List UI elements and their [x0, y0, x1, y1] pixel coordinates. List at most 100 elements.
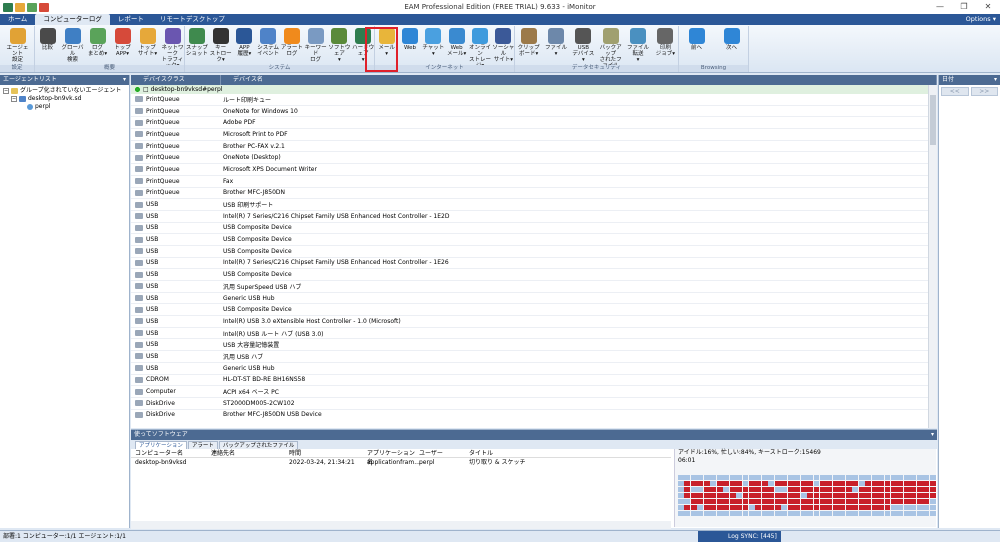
column-contact-name[interactable]: 連絡先名 — [211, 449, 289, 457]
table-row[interactable]: PrintQueue Adobe PDF — [131, 117, 937, 130]
scrollbar-thumb[interactable] — [930, 95, 936, 145]
table-row[interactable]: Computer ACPI x64 ベース PC — [131, 386, 937, 398]
prev-date-button[interactable]: << — [941, 87, 969, 96]
column-time[interactable]: 時間 — [289, 449, 367, 457]
table-row[interactable]: PrintQueue Microsoft Print to PDF — [131, 129, 937, 141]
tab-alerts[interactable]: アラート — [187, 441, 218, 449]
next-date-button[interactable]: >> — [970, 87, 998, 96]
file-button[interactable]: ファイル ▾ — [544, 28, 568, 64]
column-application-name[interactable]: アプリケーション名 — [367, 449, 419, 466]
close-button[interactable]: ✕ — [976, 0, 1000, 14]
horizontal-scrollbar[interactable] — [131, 521, 671, 529]
log-summary-button[interactable]: ログ まとめ▾ — [86, 28, 110, 64]
ribbon-button-label: 比較 — [41, 45, 53, 51]
tab-remote-desktop[interactable]: リモートデスクトップ — [152, 14, 233, 25]
online-storage-button[interactable]: オンライン ストレージ▾ — [468, 28, 492, 69]
tab-applications[interactable]: アプリケーション — [135, 441, 187, 449]
table-row[interactable]: PrintQueue OneNote (Desktop) — [131, 152, 937, 165]
table-row[interactable]: USB USB Composite Device — [131, 223, 937, 235]
ribbon-button-label: ハードウェア ▾ — [352, 45, 375, 63]
table-row[interactable]: USB 汎用 USB ハブ — [131, 351, 937, 363]
compare-button[interactable]: 比較 — [36, 28, 60, 64]
table-row[interactable]: USB Generic USB Hub — [131, 363, 937, 375]
tab-computer-log[interactable]: コンピューターログ — [35, 14, 110, 25]
table-row[interactable]: USB USB Composite Device — [131, 269, 937, 281]
table-row[interactable]: DiskDrive Brother MFC-J850DN USB Device — [131, 410, 937, 418]
table-row[interactable]: PrintQueue Microsoft XPS Document Writer — [131, 164, 937, 176]
table-row[interactable]: USB USB Composite Device — [131, 234, 937, 246]
minimize-button[interactable]: — — [928, 0, 952, 14]
table-row[interactable]: PrintQueue Brother PC-FAX v.2.1 — [131, 141, 937, 153]
ribbon-button-label: ソーシャル サイト▾ — [492, 45, 515, 63]
table-row[interactable]: USB Intel(R) USB 3.0 eXtensible Host Cont… — [131, 316, 937, 328]
device-folder-icon — [135, 271, 143, 278]
column-title[interactable]: タイトル — [469, 449, 569, 457]
table-row[interactable]: USB Intel(R) 7 Series/C216 Chipset Family… — [131, 258, 937, 270]
device-group-row[interactable]: □ desktop-bn9vksd#perpl — [131, 85, 937, 94]
cell-device-class: PrintQueue — [131, 143, 221, 150]
collapse-toggle-icon[interactable]: − — [3, 88, 9, 94]
system-event-button[interactable]: システム イベント — [256, 28, 280, 64]
table-row[interactable]: USB USB 大容量記憶装置 — [131, 339, 937, 352]
chat-button[interactable]: チャット ▾ — [421, 28, 445, 64]
arrow-down-button[interactable]: 次へ — [720, 28, 744, 64]
clipboard-button[interactable]: クリップ ボード▾ — [517, 28, 541, 64]
column-device-name[interactable]: デバイス名 — [221, 75, 937, 85]
device-list-scrollbar[interactable] — [928, 85, 937, 428]
tree-item-computer[interactable]: − desktop-bn9vk.sd — [3, 95, 126, 103]
table-row[interactable]: USB 汎用 SuperSpeed USB ハブ — [131, 281, 937, 293]
keyword-log-button[interactable]: キーワード ログ — [304, 28, 328, 64]
table-row[interactable]: desktop-bn9vksd 2022-03-24, 21:34:21 app… — [131, 458, 671, 467]
global-search-icon — [64, 28, 81, 44]
file-transfer-button[interactable]: ファイル転送 ▾ — [626, 28, 650, 64]
hardware-button[interactable]: ハードウェア ▾ — [351, 28, 375, 64]
tab-report[interactable]: レポート — [110, 14, 152, 25]
tab-home[interactable]: ホーム — [0, 14, 35, 25]
table-row[interactable]: USB USB Composite Device — [131, 304, 937, 317]
column-user[interactable]: ユーザー — [419, 449, 469, 457]
table-row[interactable]: USB USB Composite Device — [131, 246, 937, 258]
collapse-icon[interactable]: ▾ — [123, 75, 126, 85]
backup-file-button[interactable]: バックアップ されたファイル — [599, 28, 623, 69]
table-row[interactable]: USB Intel(R) 7 Series/C216 Chipset Family… — [131, 211, 937, 223]
mail-button[interactable]: メール ▾ — [375, 28, 399, 64]
snapshot-button[interactable]: スナップ ショット — [185, 28, 209, 64]
maximize-button[interactable]: ❐ — [952, 0, 976, 14]
app-history-button[interactable]: APP 履歴▾ — [232, 28, 256, 64]
table-row[interactable]: PrintQueue OneNote for Windows 10 — [131, 106, 937, 118]
web-button[interactable]: Web — [398, 28, 422, 64]
keystroke-button[interactable]: キー ストローク▾ — [209, 28, 233, 64]
column-device-class[interactable]: デバイスクラス — [131, 75, 221, 85]
table-row[interactable]: USB USB 印刷サポート — [131, 199, 937, 211]
column-computer-name[interactable]: コンピューター名 — [131, 449, 211, 457]
table-row[interactable]: USB Generic USB Hub — [131, 293, 937, 305]
table-row[interactable]: PrintQueue Fax — [131, 176, 937, 188]
device-folder-icon — [135, 96, 143, 103]
software-button[interactable]: ソフトウェア ▾ — [327, 28, 351, 64]
collapse-icon[interactable]: ▾ — [994, 75, 997, 85]
network-traffic-button[interactable]: ネットワーク トラフィック▾ — [161, 28, 185, 69]
agent-settings-button[interactable]: エージェント 設定 — [6, 28, 30, 64]
top-site-button[interactable]: トップ サイト▾ — [136, 28, 160, 64]
table-row[interactable]: USB Intel(R) USB ルート ハブ (USB 3.0) — [131, 328, 937, 340]
usb-device-button[interactable]: USB デバイス▾ — [571, 28, 595, 64]
print-job-button[interactable]: 印刷 ジョブ▾ — [653, 28, 677, 64]
options-menu[interactable]: Options ▾ — [966, 14, 996, 25]
global-search-button[interactable]: グローバル 検索 — [61, 28, 85, 64]
collapse-toggle-icon[interactable]: − — [11, 96, 17, 102]
social-site-button[interactable]: ソーシャル サイト▾ — [491, 28, 515, 64]
table-row[interactable]: CDROM HL-DT-ST BD-RE BH16NS58 — [131, 375, 937, 387]
webmail-button[interactable]: Web メール▾ — [445, 28, 469, 64]
tab-backup-files[interactable]: バックアップされたファイル — [218, 441, 299, 449]
alert-log-button[interactable]: アラート ログ — [280, 28, 304, 64]
cell-device-name: Intel(R) 7 Series/C216 Chipset Family US… — [223, 212, 450, 220]
arrow-up-button[interactable]: 前へ — [685, 28, 709, 64]
tree-item-ungrouped[interactable]: − グループ化されていないエージェント — [3, 87, 126, 95]
table-row[interactable]: DiskDrive ST2000DM005-2CW102 — [131, 398, 937, 410]
cell-device-class: USB — [131, 201, 221, 208]
tree-item-user[interactable]: perpl — [3, 103, 126, 111]
top-app-button[interactable]: トップ APP▾ — [111, 28, 135, 64]
table-row[interactable]: PrintQueue Brother MFC-J850DN — [131, 188, 937, 200]
collapse-icon[interactable]: ▾ — [931, 430, 934, 440]
table-row[interactable]: PrintQueue ルート印刷キュー — [131, 94, 937, 106]
